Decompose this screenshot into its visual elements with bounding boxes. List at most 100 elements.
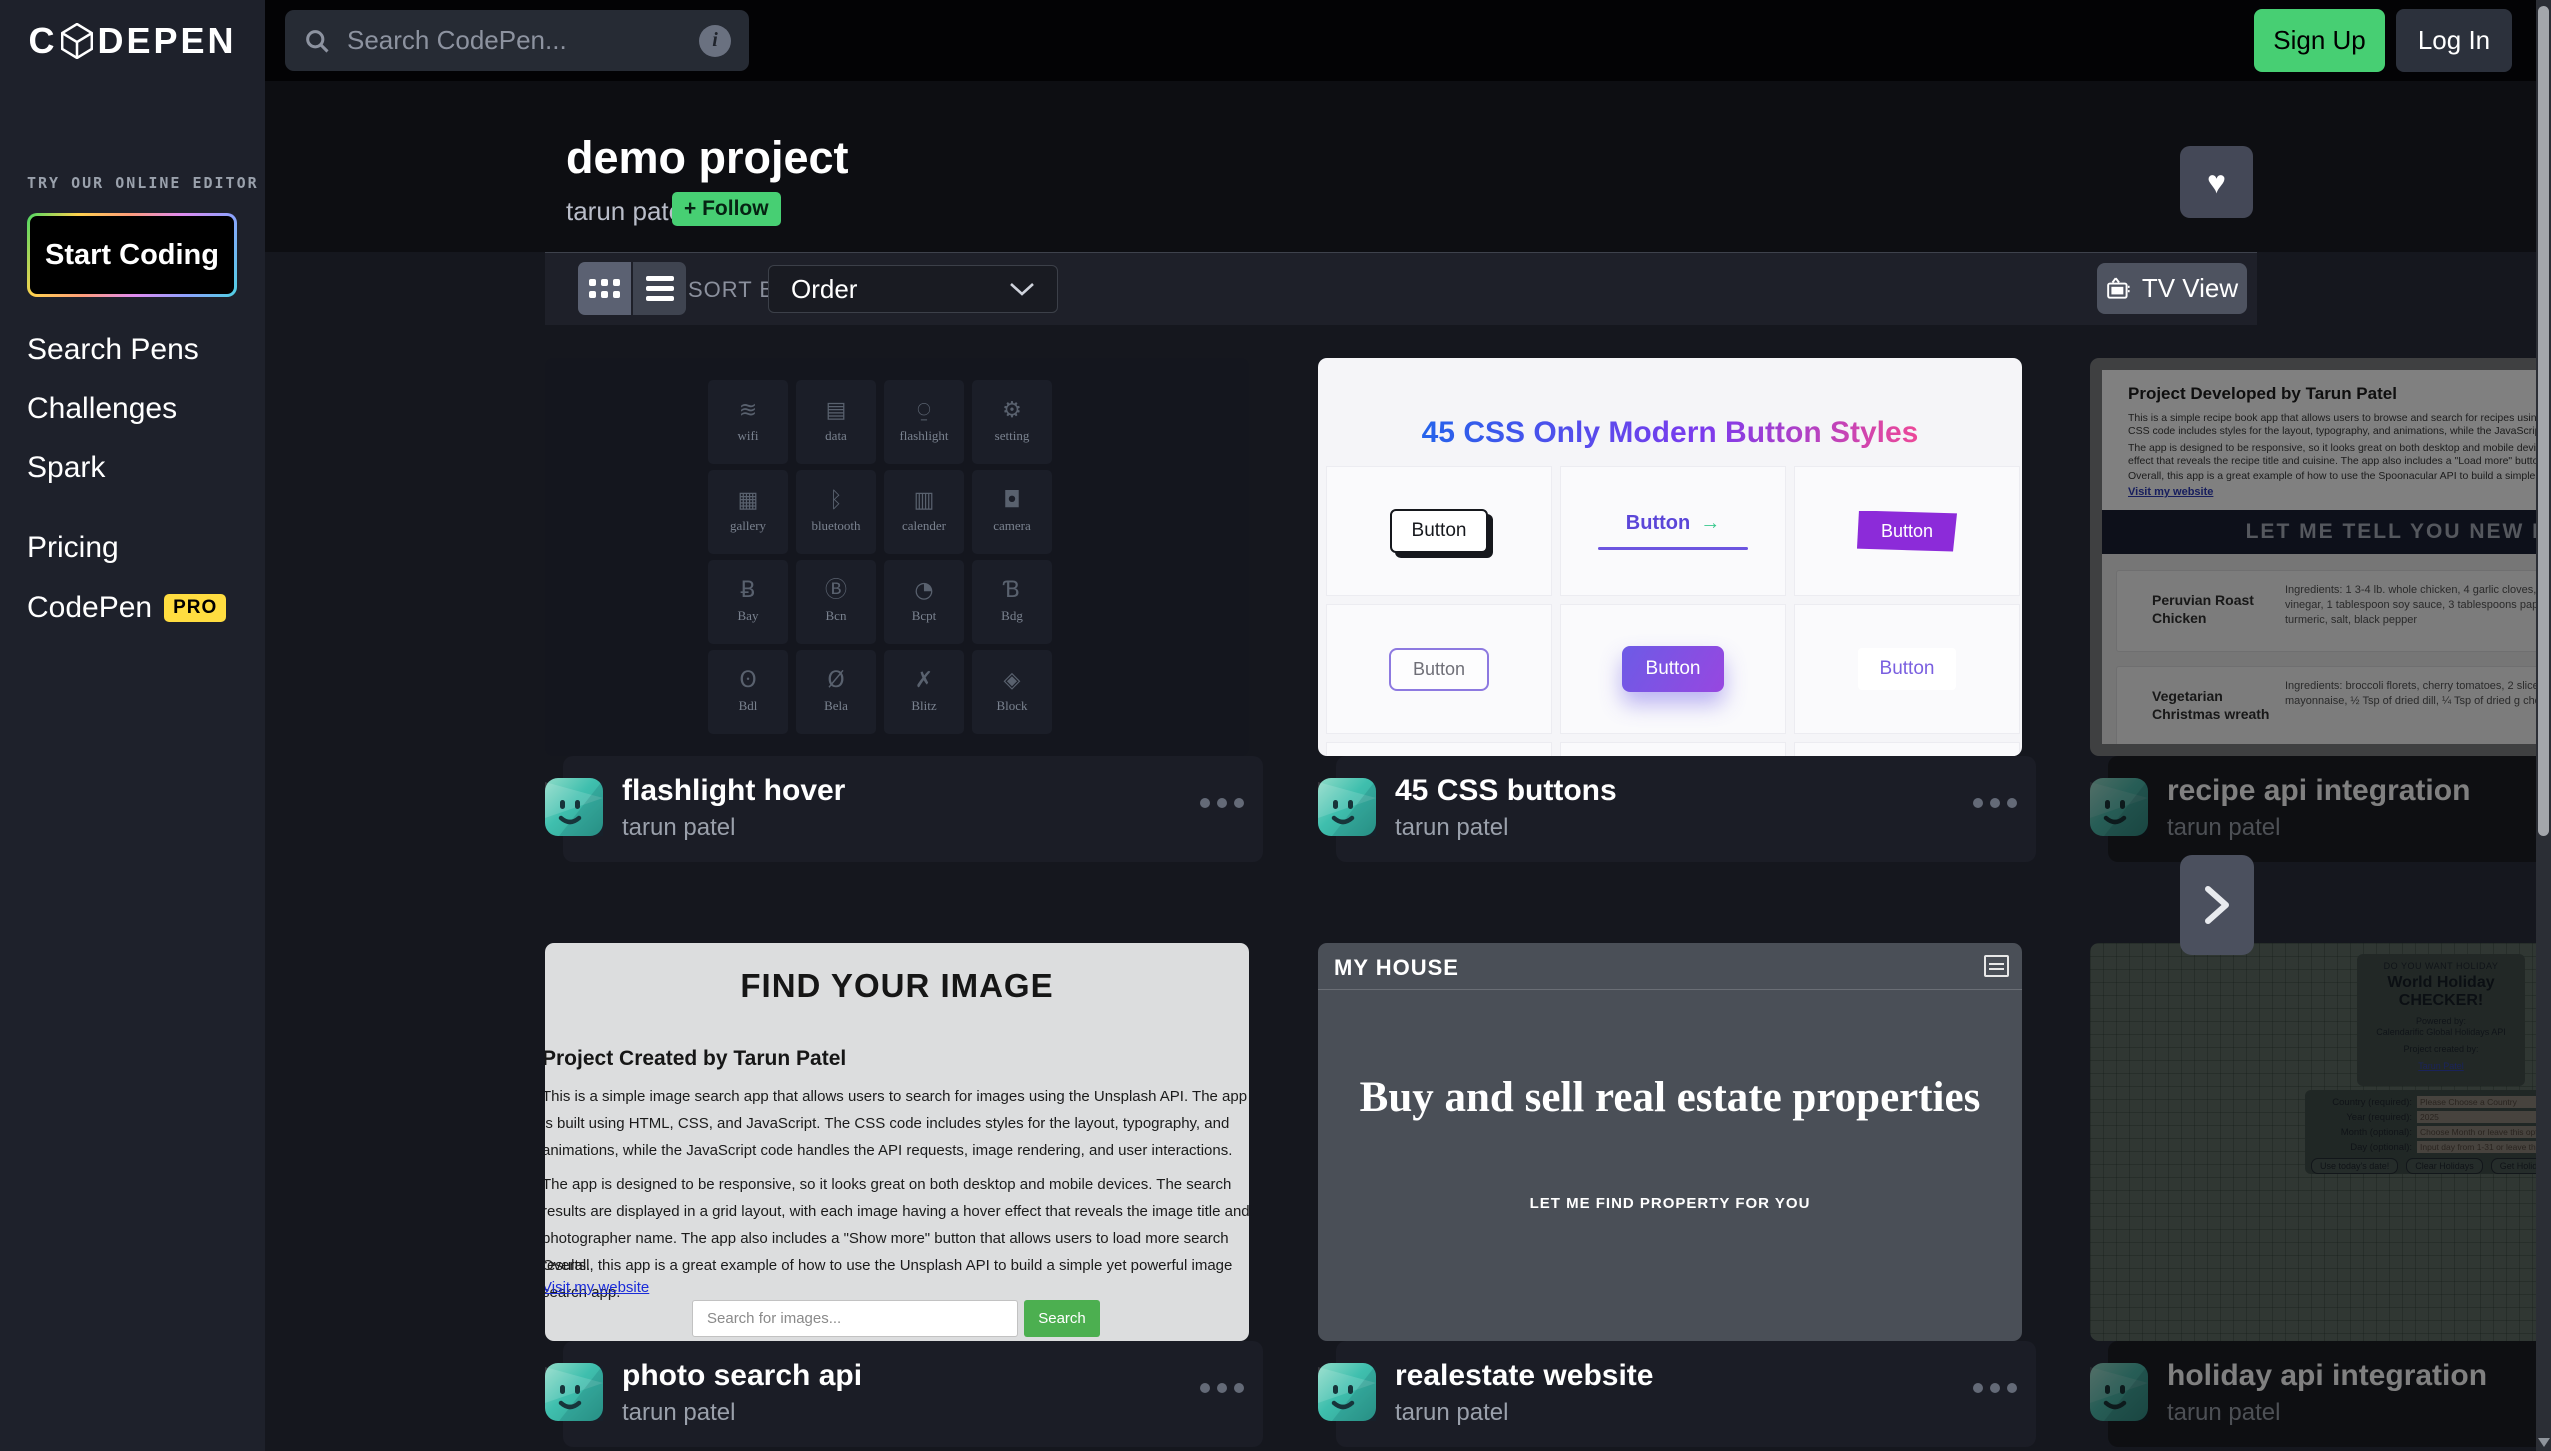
search-input[interactable] xyxy=(345,24,699,57)
follow-button[interactable]: + Follow xyxy=(672,192,781,226)
pen-author[interactable]: tarun patel xyxy=(2167,814,2280,842)
pen-title[interactable]: realestate website xyxy=(1395,1359,1653,1393)
house-headline: Buy and sell real estate properties xyxy=(1318,1071,2022,1124)
sidebar-item-codepen-pro[interactable]: CodePen PRO xyxy=(27,591,226,625)
pen-title[interactable]: flashlight hover xyxy=(622,774,845,808)
chevron-right-icon xyxy=(2202,883,2232,927)
demo-button: Button xyxy=(1626,512,1690,535)
tv-view-button[interactable]: TV View xyxy=(2097,263,2247,314)
pen-thumbnail[interactable]: Project Developed by Tarun Patel This is… xyxy=(2090,358,2551,756)
scrollbar-down-arrow[interactable] xyxy=(2538,1438,2550,1447)
avatar[interactable] xyxy=(1318,1363,1376,1421)
bdl-icon: ʘ xyxy=(739,670,756,692)
bcn-icon: Ⓑ xyxy=(825,580,847,602)
list-view-button[interactable] xyxy=(633,262,686,315)
pen-thumbnail[interactable]: 45 CSS Only Modern Button Styles Button … xyxy=(1318,358,2022,756)
pen-thumbnail[interactable]: FIND YOUR IMAGE Project Created by Tarun… xyxy=(545,943,1249,1341)
photo-title: FIND YOUR IMAGE xyxy=(545,967,1249,1005)
day-input: Input day from 1-31 or leave this op xyxy=(2417,1141,2551,1153)
demo-button: Button xyxy=(1858,648,1957,690)
avatar[interactable] xyxy=(1318,778,1376,836)
setting-icon: ⚙ xyxy=(1002,400,1022,422)
card-menu-button[interactable] xyxy=(1973,798,2017,808)
sort-dropdown[interactable]: Order xyxy=(768,265,1058,313)
sidebar-item-pricing[interactable]: Pricing xyxy=(27,531,119,565)
bcpt-icon: ◔ xyxy=(914,580,933,602)
pen-thumbnail[interactable]: DO YOU WANT HOLIDAY World Holiday CHECKE… xyxy=(2090,943,2551,1341)
view-toggle xyxy=(578,262,686,315)
buttons-title: 45 CSS Only Modern Button Styles xyxy=(1318,416,2022,450)
pen-author[interactable]: tarun patel xyxy=(622,814,735,842)
author-link: Tarun Patel xyxy=(2418,1061,2464,1071)
card-menu-button[interactable] xyxy=(1200,1383,1244,1393)
pen-author[interactable]: tarun patel xyxy=(1395,814,1508,842)
sidebar-item-challenges[interactable]: Challenges xyxy=(27,392,177,426)
pen-title[interactable]: photo search api xyxy=(622,1359,862,1393)
recipe-banner: LET ME TELL YOU NEW RECIPES xyxy=(2102,510,2551,554)
photo-heading: Project Created by Tarun Patel xyxy=(545,1047,846,1071)
pen-author[interactable]: tarun patel xyxy=(2167,1399,2280,1427)
sidebar: TRY OUR ONLINE EDITOR Start Coding Searc… xyxy=(0,81,265,1451)
editor-label: TRY OUR ONLINE EDITOR xyxy=(27,174,259,192)
logo-box[interactable]: C DEPEN xyxy=(0,0,265,81)
card-menu-button[interactable] xyxy=(1200,798,1244,808)
pen-thumbnail[interactable]: MY HOUSE Buy and sell real estate proper… xyxy=(1318,943,2022,1341)
logo-text-right: DEPEN xyxy=(97,20,236,62)
month-input: Choose Month or leave this option xyxy=(2417,1126,2551,1138)
pen-title[interactable]: 45 CSS buttons xyxy=(1395,774,1617,808)
avatar[interactable] xyxy=(2090,778,2148,836)
pen-card-photo-search: FIND YOUR IMAGE Project Created by Tarun… xyxy=(545,943,1253,1448)
holiday-form-panel: Country (required):Please Choose a Count… xyxy=(2305,1090,2551,1174)
icon-tile-grid: ≋wifi ▤data ⍜flashlight ⚙setting ▦galler… xyxy=(708,380,1052,734)
pro-badge: PRO xyxy=(164,594,226,622)
sidebar-item-search-pens[interactable]: Search Pens xyxy=(27,333,199,367)
search-icon xyxy=(303,27,331,55)
demo-button: Button xyxy=(1390,509,1489,553)
project-author[interactable]: tarun patel xyxy=(566,196,689,227)
scrollbar-track[interactable] xyxy=(2536,0,2551,1451)
pen-card-45-css-buttons: 45 CSS Only Modern Button Styles Button … xyxy=(1318,358,2026,863)
start-coding-button[interactable]: Start Coding xyxy=(27,213,237,297)
sidebar-item-spark[interactable]: Spark xyxy=(27,451,105,485)
today-date-button: Use today's date! xyxy=(2311,1158,2398,1174)
pen-author[interactable]: tarun patel xyxy=(1395,1399,1508,1427)
avatar[interactable] xyxy=(545,778,603,836)
blitz-icon: ✗ xyxy=(915,670,933,692)
avatar[interactable] xyxy=(2090,1363,2148,1421)
card-footer xyxy=(1336,1341,2036,1447)
avatar[interactable] xyxy=(545,1363,603,1421)
flashlight-icon: ⍜ xyxy=(917,400,930,422)
bluetooth-icon: ᛒ xyxy=(829,490,842,512)
pen-title[interactable]: recipe api integration xyxy=(2167,774,2470,808)
buttons-grid: Button Button→ Button Button Button Butt… xyxy=(1326,466,2020,756)
camera-icon: ◘ xyxy=(1003,490,1020,512)
sort-dropdown-value: Order xyxy=(791,274,857,305)
heart-button[interactable]: ♥ xyxy=(2180,146,2253,218)
pen-title[interactable]: holiday api integration xyxy=(2167,1359,2487,1393)
card-footer xyxy=(563,756,1263,862)
visit-website-link: Visit my website xyxy=(545,1279,649,1296)
codepen-project-page: C DEPEN i Sign Up Log In TRY OUR ONLINE … xyxy=(0,0,2551,1451)
login-button[interactable]: Log In xyxy=(2396,9,2512,72)
card-menu-button[interactable] xyxy=(1973,1383,2017,1393)
visit-website-link: Visit my website xyxy=(2128,486,2213,498)
calendar-icon: ▥ xyxy=(914,490,935,512)
demo-button: Button xyxy=(1622,646,1725,692)
grid-view-button[interactable] xyxy=(578,262,631,315)
gallery-icon: ▦ xyxy=(738,490,759,512)
arrow-right-icon: → xyxy=(1700,512,1720,535)
demo-button: Button xyxy=(1389,648,1489,691)
list-icon xyxy=(646,276,674,301)
card-footer xyxy=(1336,756,2036,862)
scrollbar-thumb[interactable] xyxy=(2538,6,2549,836)
pen-card-realestate: MY HOUSE Buy and sell real estate proper… xyxy=(1318,943,2026,1448)
pen-card-recipe-api: Project Developed by Tarun Patel This is… xyxy=(2090,358,2551,863)
pen-author[interactable]: tarun patel xyxy=(622,1399,735,1427)
pen-thumbnail[interactable]: ≋wifi ▤data ⍜flashlight ⚙setting ▦galler… xyxy=(545,358,1249,756)
heart-icon: ♥ xyxy=(2207,164,2226,200)
info-icon[interactable]: i xyxy=(699,25,731,57)
next-page-button[interactable] xyxy=(2180,855,2254,955)
search-bar: i xyxy=(285,10,749,71)
signup-button[interactable]: Sign Up xyxy=(2254,9,2385,72)
wifi-icon: ≋ xyxy=(739,400,757,422)
